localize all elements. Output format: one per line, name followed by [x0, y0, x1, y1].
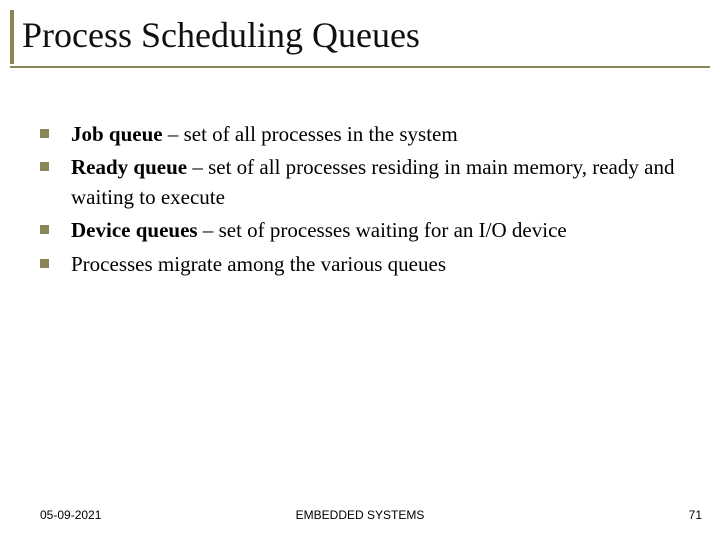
- list-item: Processes migrate among the various queu…: [40, 250, 690, 279]
- footer-center: EMBEDDED SYSTEMS: [0, 508, 720, 522]
- bold-term: Job queue: [71, 122, 163, 146]
- list-item-text: Device queues – set of processes waiting…: [71, 216, 690, 245]
- list-item: Job queue – set of all processes in the …: [40, 120, 690, 149]
- square-bullet-icon: [40, 225, 49, 234]
- bold-term: Ready queue: [71, 155, 187, 179]
- square-bullet-icon: [40, 162, 49, 171]
- square-bullet-icon: [40, 129, 49, 138]
- content-area: Job queue – set of all processes in the …: [40, 120, 690, 283]
- title-accent-bar: [10, 10, 14, 64]
- title-underline: [10, 66, 710, 68]
- list-item-text: Ready queue – set of all processes resid…: [71, 153, 690, 212]
- rest-text: Processes migrate among the various queu…: [71, 252, 446, 276]
- footer: 05-09-2021 EMBEDDED SYSTEMS 71: [0, 502, 720, 522]
- list-item: Device queues – set of processes waiting…: [40, 216, 690, 245]
- list-item: Ready queue – set of all processes resid…: [40, 153, 690, 212]
- slide-title: Process Scheduling Queues: [22, 14, 700, 66]
- list-item-text: Job queue – set of all processes in the …: [71, 120, 690, 149]
- list-item-text: Processes migrate among the various queu…: [71, 250, 690, 279]
- bold-term: Device queues: [71, 218, 198, 242]
- square-bullet-icon: [40, 259, 49, 268]
- footer-page-number: 71: [689, 508, 702, 522]
- rest-text: – set of processes waiting for an I/O de…: [198, 218, 567, 242]
- rest-text: – set of all processes in the system: [163, 122, 458, 146]
- title-container: Process Scheduling Queues: [22, 14, 700, 66]
